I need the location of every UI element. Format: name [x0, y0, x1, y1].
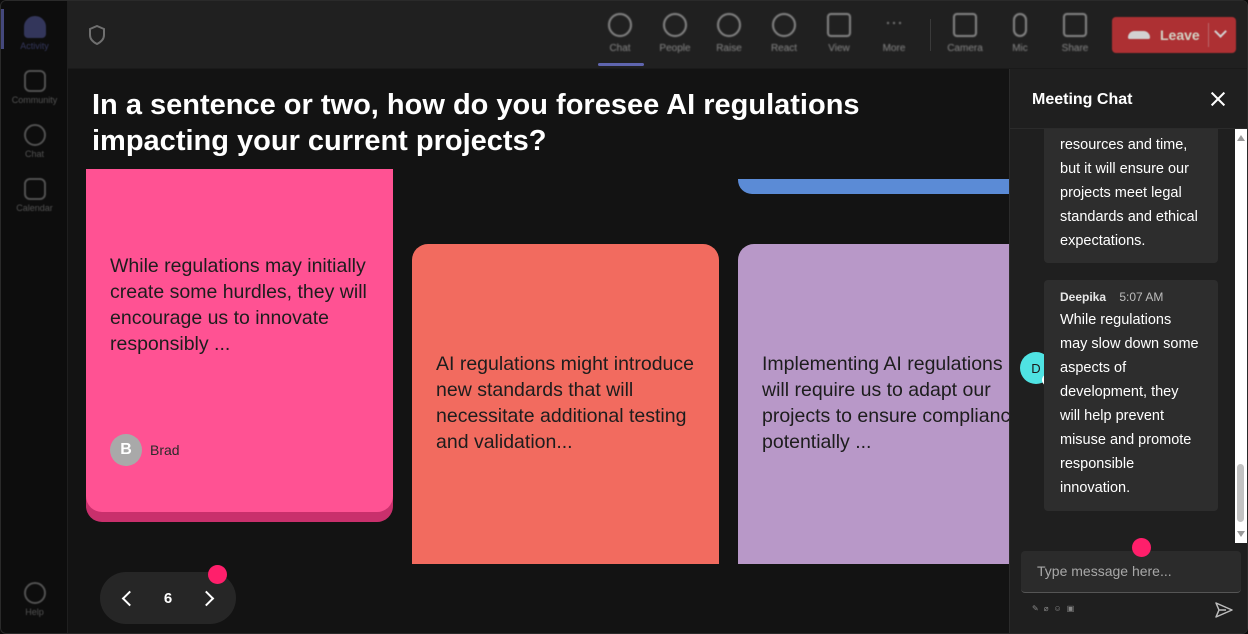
mic-button-label: Mic	[1012, 43, 1028, 54]
chevron-down-icon[interactable]	[1214, 25, 1227, 38]
mic-button[interactable]: Mic	[995, 9, 1045, 61]
react-button-label: React	[770, 43, 798, 54]
notification-dot	[208, 565, 227, 584]
response-card[interactable]: AI regulations might introduce new stand…	[412, 244, 719, 564]
rail-item-help[interactable]: Help	[1, 573, 68, 625]
mic-icon	[1013, 13, 1027, 37]
compose-box[interactable]	[1021, 551, 1241, 593]
camera-button[interactable]: Camera	[940, 9, 990, 61]
community-icon	[23, 69, 46, 92]
meeting-chat-panel: Meeting Chat resources and time, but it …	[1009, 69, 1247, 633]
chat-message: Deepika 5:07 AM While regulations may sl…	[1044, 280, 1218, 511]
presentation-stage: In a sentence or two, how do you foresee…	[68, 69, 1009, 633]
chat-icon	[608, 13, 632, 37]
page-number: 6	[163, 589, 173, 607]
rail-item-chat[interactable]: Chat	[1, 115, 68, 167]
people-icon	[663, 13, 687, 37]
chevron-right-icon[interactable]	[198, 590, 215, 606]
gif-icon[interactable]: ▣	[1067, 604, 1075, 613]
rail-item-activity[interactable]: Activity	[1, 7, 68, 59]
view-button-label: View	[828, 43, 850, 54]
rail-item-label: Activity	[20, 40, 49, 51]
avatar: B	[110, 434, 142, 466]
bell-icon	[23, 15, 46, 38]
more-button[interactable]: ··· More	[869, 9, 919, 61]
people-button-label: People	[659, 43, 691, 54]
chat-message-list: resources and time, but it will ensure o…	[1010, 129, 1247, 543]
close-icon[interactable]	[1210, 91, 1226, 107]
response-card[interactable]: While regulations may initially create s…	[86, 169, 393, 512]
share-button-label: Share	[1061, 43, 1089, 54]
response-card-text: AI regulations might introduce new stand…	[436, 353, 694, 453]
attach-icon[interactable]: ⌀	[1044, 604, 1049, 613]
chat-message-meta: Deepika 5:07 AM	[1060, 288, 1202, 306]
active-tab-indicator	[598, 63, 644, 66]
response-card[interactable]: Implementing AI regulations will require…	[738, 244, 1009, 564]
chat-title: Meeting Chat	[1032, 91, 1133, 108]
help-icon	[23, 581, 46, 604]
chat-icon	[23, 123, 46, 146]
rail-item-label: Community	[11, 94, 58, 105]
rail-item-calendar[interactable]: Calendar	[1, 169, 68, 221]
scroll-down-arrow-icon[interactable]	[1237, 531, 1245, 537]
camera-off-icon	[953, 13, 977, 37]
author-name: Brad	[150, 442, 180, 458]
react-button[interactable]: React	[759, 9, 809, 61]
card-author: B Brad	[110, 434, 180, 466]
message-time: 5:07 AM	[1119, 290, 1164, 304]
card-partial-blue	[738, 179, 1009, 194]
smiley-icon	[772, 13, 796, 37]
chat-button-label: Chat	[609, 43, 631, 54]
format-icon[interactable]: ✎	[1032, 604, 1039, 613]
leave-button-label: Leave	[1160, 27, 1200, 43]
message-input[interactable]	[1037, 563, 1227, 579]
avatar-initial: D	[1031, 360, 1041, 376]
shield-icon[interactable]	[88, 25, 106, 45]
rail-item-label: Help	[25, 606, 44, 617]
response-card-text: While regulations may initially create s…	[110, 255, 367, 355]
share-button[interactable]: Share	[1050, 9, 1100, 61]
rail-item-community[interactable]: Community	[1, 61, 68, 113]
rail-item-label: Calendar	[16, 202, 53, 213]
chat-message-text: While regulations may slow down some asp…	[1060, 312, 1199, 496]
chevron-left-icon[interactable]	[121, 590, 138, 606]
hand-icon	[717, 13, 741, 37]
chat-message-text: resources and time, but it will ensure o…	[1060, 137, 1198, 249]
raise-button-label: Raise	[716, 43, 742, 54]
compose-toolbar: ✎ ⌀ ☺ ▣	[1032, 604, 1074, 613]
more-dots-icon: ···	[885, 12, 903, 32]
chat-message: resources and time, but it will ensure o…	[1044, 129, 1218, 263]
grid-view-icon	[827, 13, 851, 37]
scrollbar-thumb[interactable]	[1237, 464, 1244, 522]
meeting-window: Activity Community Chat Calendar Help Ch…	[0, 0, 1248, 634]
chat-header: Meeting Chat	[1010, 69, 1247, 129]
app-rail: Activity Community Chat Calendar Help	[1, 1, 68, 633]
question-title: In a sentence or two, how do you foresee…	[92, 89, 860, 157]
response-card-text: Implementing AI regulations will require…	[762, 351, 1009, 455]
share-screen-icon	[1063, 13, 1087, 37]
people-button[interactable]: People	[650, 9, 700, 61]
more-button-label: More	[882, 43, 906, 54]
raise-hand-button[interactable]: Raise	[704, 9, 754, 61]
view-button[interactable]: View	[814, 9, 864, 61]
notification-dot	[1132, 538, 1151, 557]
emoji-icon[interactable]: ☺	[1054, 604, 1062, 613]
chat-button[interactable]: Chat	[595, 9, 645, 61]
toolbar-divider	[930, 19, 931, 51]
leave-divider	[1208, 23, 1209, 47]
scroll-up-arrow-icon[interactable]	[1237, 135, 1245, 141]
sender-name: Deepika	[1060, 290, 1107, 304]
rail-item-label: Chat	[24, 148, 44, 159]
leave-button[interactable]: Leave	[1112, 17, 1236, 53]
camera-button-label: Camera	[947, 43, 983, 54]
response-card-text-content: Implementing AI regulations will require…	[762, 353, 1009, 453]
meeting-toolbar: Chat People Raise React View ··· More Ca…	[68, 1, 1247, 69]
hang-up-icon	[1128, 31, 1150, 39]
send-icon[interactable]	[1215, 601, 1233, 619]
calendar-icon	[23, 177, 46, 200]
